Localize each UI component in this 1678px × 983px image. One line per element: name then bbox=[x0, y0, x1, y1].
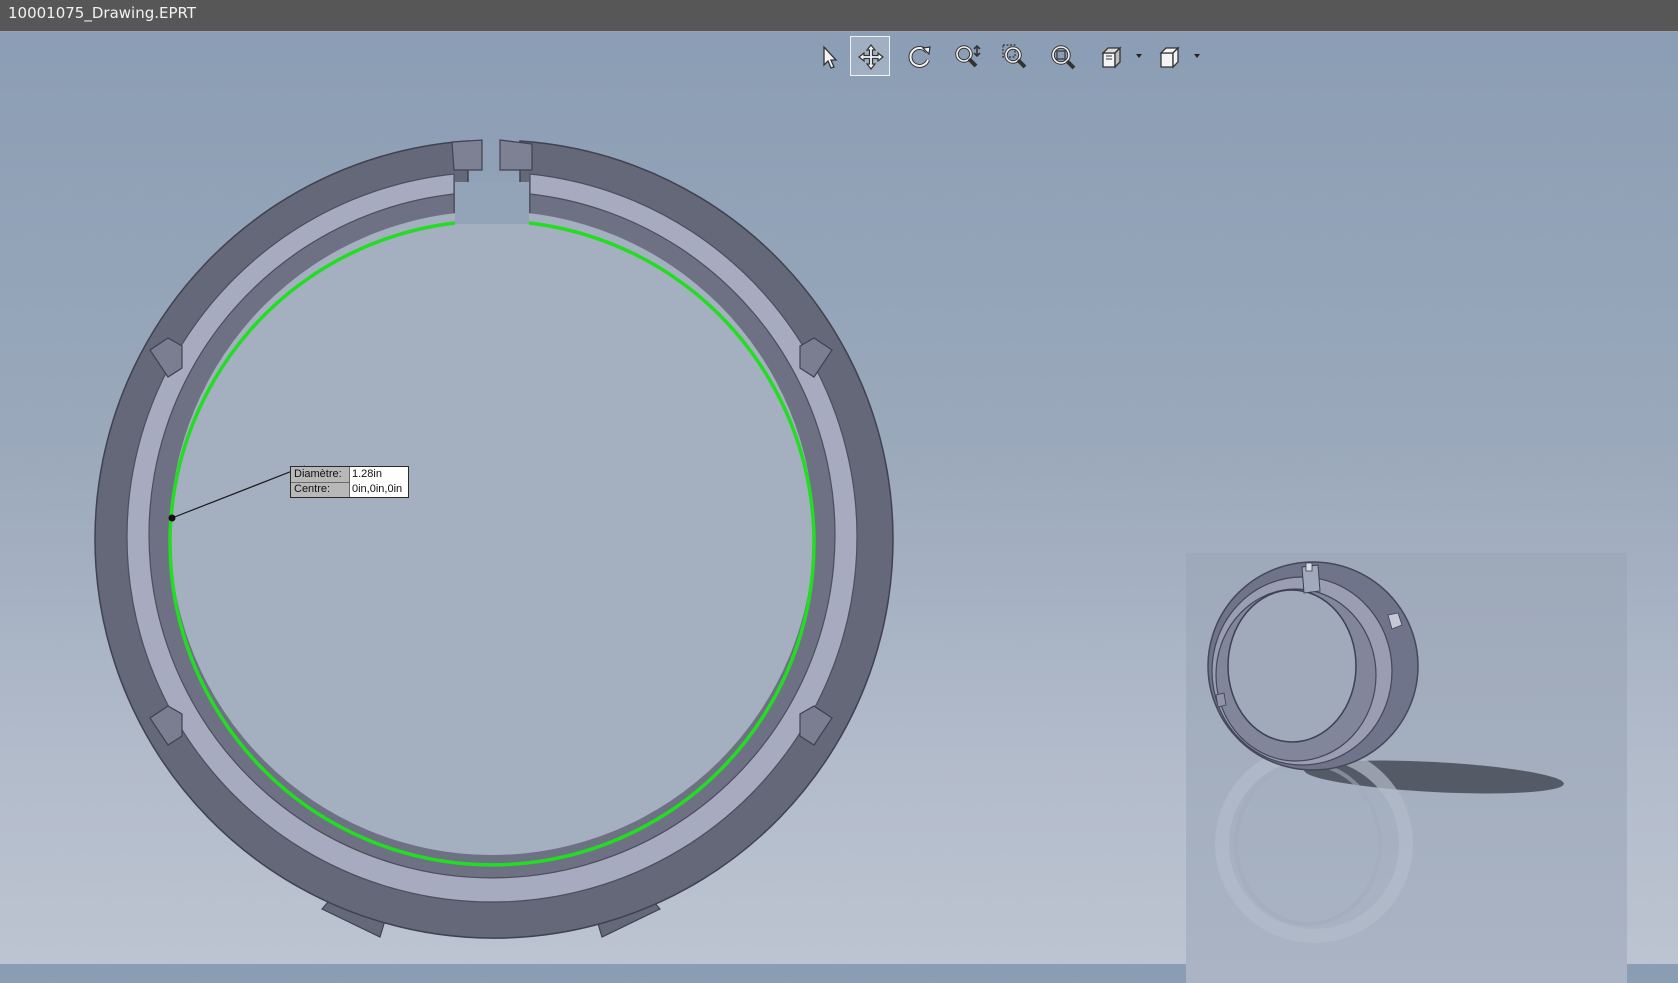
measure-callout: Diamètre: 1.28in Centre: 0in,0in,0in bbox=[290, 466, 409, 498]
window-title: 10001075_Drawing.EPRT bbox=[8, 4, 197, 22]
isometric-preview bbox=[1186, 553, 1627, 983]
graphics-viewport[interactable]: Diamètre: 1.28in Centre: 0in,0in,0in bbox=[0, 32, 1678, 983]
part-slot-notch-right bbox=[499, 139, 533, 171]
measure-point-marker bbox=[168, 514, 176, 522]
title-bar: 10001075_Drawing.EPRT bbox=[0, 0, 1678, 32]
measure-row-center: Centre: 0in,0in,0in bbox=[291, 482, 408, 497]
diameter-value: 1.28in bbox=[349, 467, 408, 482]
center-value: 0in,0in,0in bbox=[349, 482, 408, 497]
measure-row-diameter: Diamètre: 1.28in bbox=[291, 467, 408, 483]
ring-bore bbox=[1227, 589, 1357, 743]
part-slot-notch-left bbox=[451, 139, 483, 171]
isometric-ring-render bbox=[1207, 561, 1564, 943]
part-bore bbox=[170, 211, 814, 855]
diameter-label: Diamètre: bbox=[294, 468, 342, 480]
center-label: Centre: bbox=[294, 483, 331, 495]
